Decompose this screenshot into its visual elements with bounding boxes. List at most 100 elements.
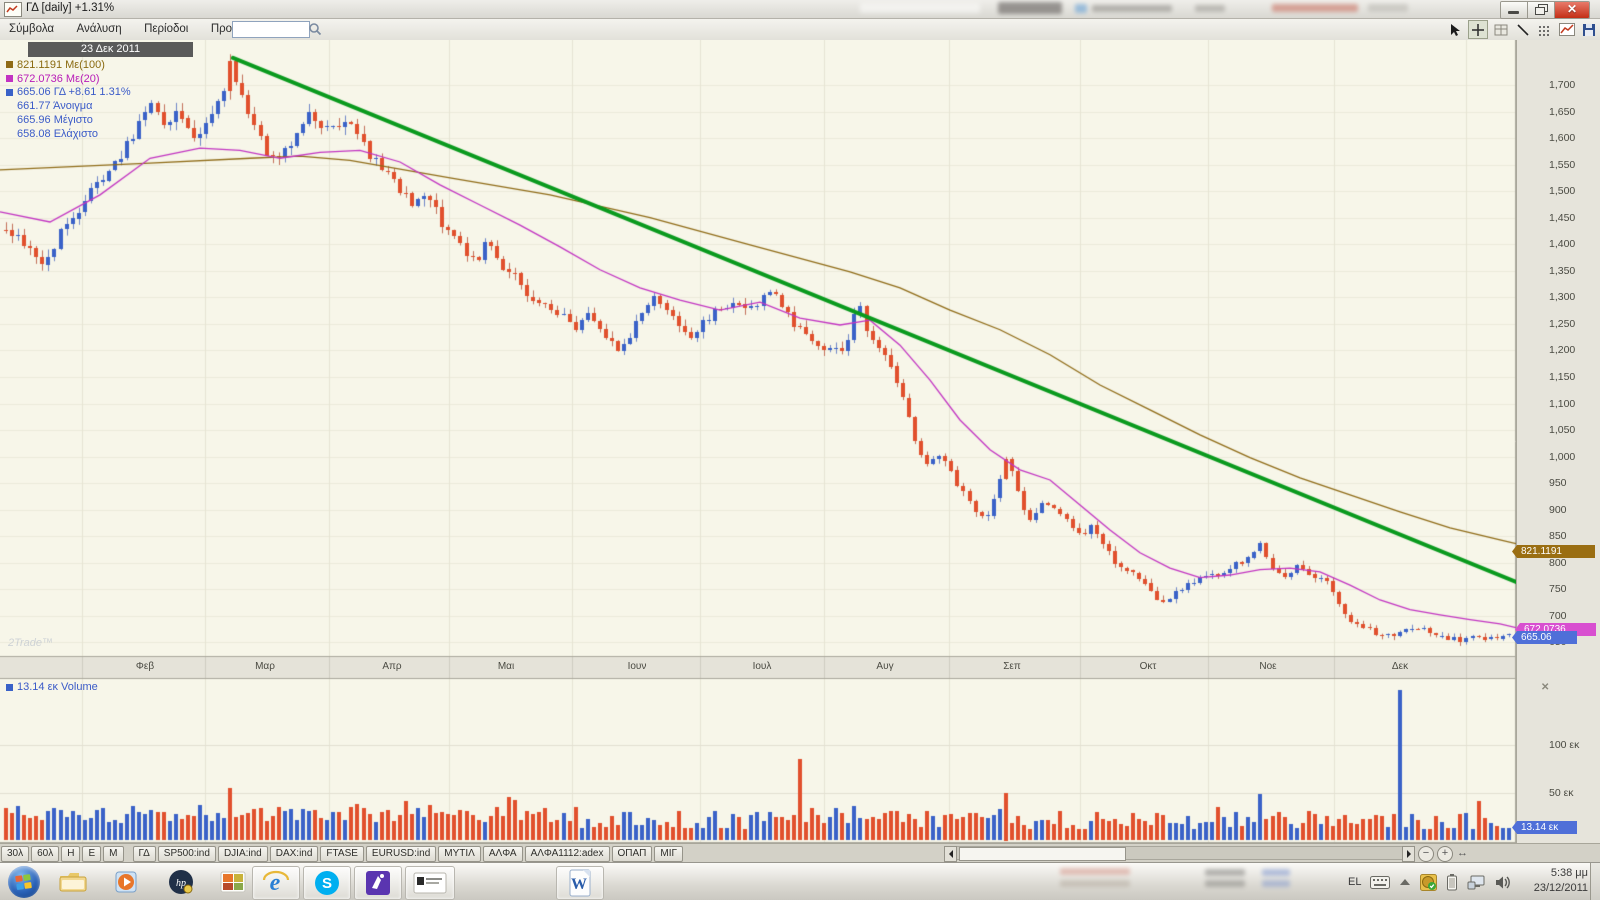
tab-eurusdind[interactable]: EURUSD:ind: [366, 846, 436, 862]
price-axis-label: 1,150: [1549, 371, 1575, 383]
grid-icon[interactable]: [1492, 21, 1510, 38]
tab-sp500ind[interactable]: SP500:ind: [158, 846, 216, 862]
tab-μ[interactable]: Μ: [103, 846, 123, 862]
month-label: Μαρ: [255, 661, 275, 672]
menu-analysis[interactable]: Ανάλυση: [68, 20, 131, 35]
zoom-in-button[interactable]: +: [1437, 846, 1453, 862]
legend-swatch: [6, 61, 13, 68]
tab-daxind[interactable]: DAX:ind: [270, 846, 319, 862]
search-icon[interactable]: [308, 22, 322, 41]
price-axis-label: 1,250: [1549, 318, 1575, 330]
crosshair-plus-icon[interactable]: [1468, 20, 1488, 39]
tray-time: 5:38 μμ: [1512, 866, 1588, 881]
month-label: Οκτ: [1140, 661, 1157, 672]
price-axis-label: 750: [1549, 583, 1567, 595]
symbol-tab-bar: 30λ60λΗΕΜ ΓΔSP500:indDJIA:indDAX:indFTASE…: [0, 843, 1600, 863]
language-indicator[interactable]: EL: [1348, 876, 1361, 888]
internet-explorer-button[interactable]: e: [252, 866, 300, 900]
volume-tag: 13.14 εκ: [1517, 821, 1577, 834]
legend-text: 821.1191 Με(100): [17, 59, 105, 71]
legend-text: 672.0736 Με(20): [17, 73, 100, 85]
photo-gallery-icon[interactable]: [216, 868, 250, 896]
taskbar-glass-blur: [1205, 869, 1245, 876]
chart-icon[interactable]: [1558, 21, 1576, 38]
tab-η[interactable]: Η: [61, 846, 80, 862]
tab-οπαπ[interactable]: ΟΠΑΠ: [612, 846, 653, 862]
svg-text:e: e: [270, 870, 281, 896]
volume-icon[interactable]: [1495, 875, 1512, 890]
network-icon[interactable]: [1467, 875, 1486, 890]
legend-text: 665.06 ΓΔ +8.61 1.31%: [17, 86, 131, 98]
trendline-tool-icon[interactable]: [1514, 21, 1532, 38]
hp-icon[interactable]: hp: [164, 868, 198, 896]
tab-30λ[interactable]: 30λ: [1, 846, 29, 862]
media-player-icon[interactable]: [110, 868, 144, 896]
system-tray: EL: [1348, 863, 1512, 900]
tray-date: 23/12/2011: [1512, 881, 1588, 896]
windows-flag-icon: [15, 874, 33, 890]
tray-clock[interactable]: 5:38 μμ 23/12/2011: [1512, 866, 1588, 896]
window-titlebar[interactable]: ΓΔ [daily] +1.31% ✕: [0, 0, 1600, 19]
legend-text: 661.77 Άνοιγμα: [17, 100, 93, 112]
dotted-grid-icon[interactable]: [1536, 21, 1554, 38]
scroll-left-arrow[interactable]: [944, 846, 957, 862]
notes-app-button[interactable]: [405, 866, 455, 900]
tab-μυτιλ[interactable]: ΜΥΤΙΛ: [438, 846, 481, 862]
purple-app-button[interactable]: [354, 866, 402, 900]
menu-periods[interactable]: Περίοδοι: [135, 20, 197, 35]
volume-swatch: [6, 684, 13, 691]
legend-row: 821.1191 Με(100): [6, 58, 131, 72]
volume-axis-label: 50 εκ: [1549, 787, 1574, 799]
legend-text: 658.08 Ελάχιστο: [17, 128, 98, 140]
tab-αλφα1112adex[interactable]: ΑΛΦΑ1112:adex: [525, 846, 610, 862]
tab-djiaind[interactable]: DJIA:ind: [218, 846, 268, 862]
save-icon[interactable]: [1580, 21, 1598, 38]
minimize-button[interactable]: [1501, 2, 1528, 18]
scrollbar-thumb[interactable]: [959, 847, 1126, 861]
background-window-blur: [998, 2, 1062, 14]
antivirus-tray-icon[interactable]: [1420, 874, 1437, 891]
keyboard-icon[interactable]: [1370, 876, 1390, 889]
volume-legend-label: 13.14 εκ Volume: [17, 681, 98, 693]
tab-γδ[interactable]: ΓΔ: [133, 846, 156, 862]
legend-row: 665.06 ΓΔ +8.61 1.31%: [6, 86, 131, 100]
price-axis-label: 1,650: [1549, 106, 1575, 118]
battery-icon[interactable]: [1446, 874, 1458, 891]
start-button[interactable]: [8, 866, 40, 898]
restore-button[interactable]: [1528, 2, 1555, 18]
fit-width-icon[interactable]: ↔: [1457, 846, 1468, 860]
price-axis-label: 1,000: [1549, 451, 1575, 463]
menu-symbols[interactable]: Σύμβολα: [0, 20, 63, 35]
price-axis-label: 700: [1549, 610, 1567, 622]
chart-legend: 821.1191 Με(100) 672.0736 Με(20)665.06 ΓΔ…: [6, 58, 131, 141]
tab-60λ[interactable]: 60λ: [31, 846, 59, 862]
show-hidden-icons-arrow[interactable]: [1399, 878, 1411, 886]
tab-ε[interactable]: Ε: [82, 846, 101, 862]
window-title: ΓΔ [daily] +1.31%: [26, 2, 114, 14]
taskbar-glass-blur: [1060, 868, 1130, 875]
background-window-blur: [1092, 5, 1172, 12]
explorer-icon[interactable]: [56, 868, 90, 896]
volume-pane-close-icon[interactable]: ✕: [1541, 683, 1551, 693]
price-axis-label: 1,450: [1549, 212, 1575, 224]
taskbar-glass-blur: [1262, 869, 1290, 876]
tab-μιγ[interactable]: ΜΙΓ: [654, 846, 683, 862]
price-axis-label: 900: [1549, 504, 1567, 516]
tab-ftase[interactable]: FTASE: [320, 846, 363, 862]
windows-taskbar: hp e S W EL: [0, 862, 1600, 900]
price-chart-canvas[interactable]: [0, 40, 1516, 843]
scrollbar-track[interactable]: [957, 846, 1402, 860]
close-button[interactable]: ✕: [1555, 2, 1589, 18]
price-axis-label: 1,050: [1549, 424, 1575, 436]
taskbar-glass-blur: [1205, 880, 1245, 887]
skype-button[interactable]: S: [303, 866, 351, 900]
price-axis-label: 1,600: [1549, 132, 1575, 144]
zoom-out-button[interactable]: −: [1418, 846, 1434, 862]
scroll-right-arrow[interactable]: [1402, 846, 1415, 862]
word-button[interactable]: W: [556, 866, 604, 900]
symbol-search-input[interactable]: [232, 21, 310, 38]
show-desktop-button[interactable]: [1590, 863, 1600, 900]
pointer-icon[interactable]: [1446, 21, 1464, 38]
watermark: 2Trade™: [8, 637, 53, 649]
tab-αλφα[interactable]: ΑΛΦΑ: [483, 846, 523, 862]
